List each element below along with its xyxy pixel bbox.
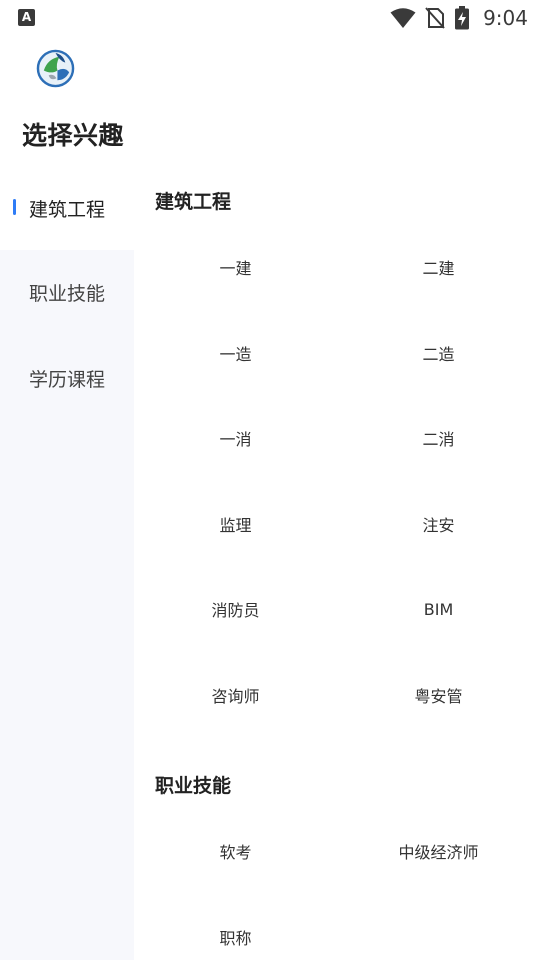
interest-item[interactable]: 粤安管 [337, 675, 540, 715]
screen: A 9:04 选择兴趣 建筑工程 职业技能 学历课程 建筑工程 一建 二建 一造… [0, 0, 540, 960]
active-indicator [13, 199, 16, 215]
interest-item[interactable]: 二消 [337, 418, 540, 458]
status-time: 9:04 [483, 6, 528, 30]
globe-logo-icon [36, 49, 75, 88]
interest-item[interactable]: 监理 [134, 504, 337, 544]
sidebar-item-construction[interactable]: 建筑工程 [0, 166, 134, 250]
interest-content: 建筑工程 一建 二建 一造 二造 一消 二消 监理 注安 消防员 BIM 咨询师… [134, 166, 540, 960]
sidebar-item-label: 学历课程 [28, 368, 105, 391]
sidebar-item-label: 建筑工程 [28, 198, 105, 221]
status-right: 9:04 [390, 4, 528, 32]
interest-item[interactable]: 中级经济师 [337, 831, 540, 871]
page-title: 选择兴趣 [22, 121, 125, 150]
interest-item[interactable]: 注安 [337, 504, 540, 544]
sidebar-item-vocational-skills[interactable]: 职业技能 [0, 250, 134, 334]
interest-item[interactable]: 一消 [134, 418, 337, 458]
interest-item[interactable]: 消防员 [134, 589, 337, 629]
interest-item[interactable]: BIM [337, 589, 540, 629]
sidebar-item-academic-courses[interactable]: 学历课程 [0, 336, 134, 420]
battery-charging-icon [455, 6, 470, 30]
interest-item[interactable]: 咨询师 [134, 675, 337, 715]
category-sidebar: 建筑工程 职业技能 学历课程 [0, 166, 134, 960]
wifi-icon [390, 8, 416, 28]
interest-item[interactable]: 二建 [337, 247, 540, 287]
sidebar-item-label: 职业技能 [28, 282, 105, 305]
interest-item[interactable]: 职称 [134, 917, 337, 957]
status-bar: A 9:04 [0, 0, 540, 36]
no-sim-icon [425, 7, 445, 29]
section-title-construction: 建筑工程 [155, 191, 232, 213]
interest-item[interactable]: 一建 [134, 247, 337, 287]
interest-item[interactable]: 软考 [134, 831, 337, 871]
app-notification-icon: A [18, 9, 35, 26]
section-title-vocational-skills: 职业技能 [155, 775, 232, 797]
interest-item[interactable]: 二造 [337, 333, 540, 373]
interest-item[interactable]: 一造 [134, 333, 337, 373]
